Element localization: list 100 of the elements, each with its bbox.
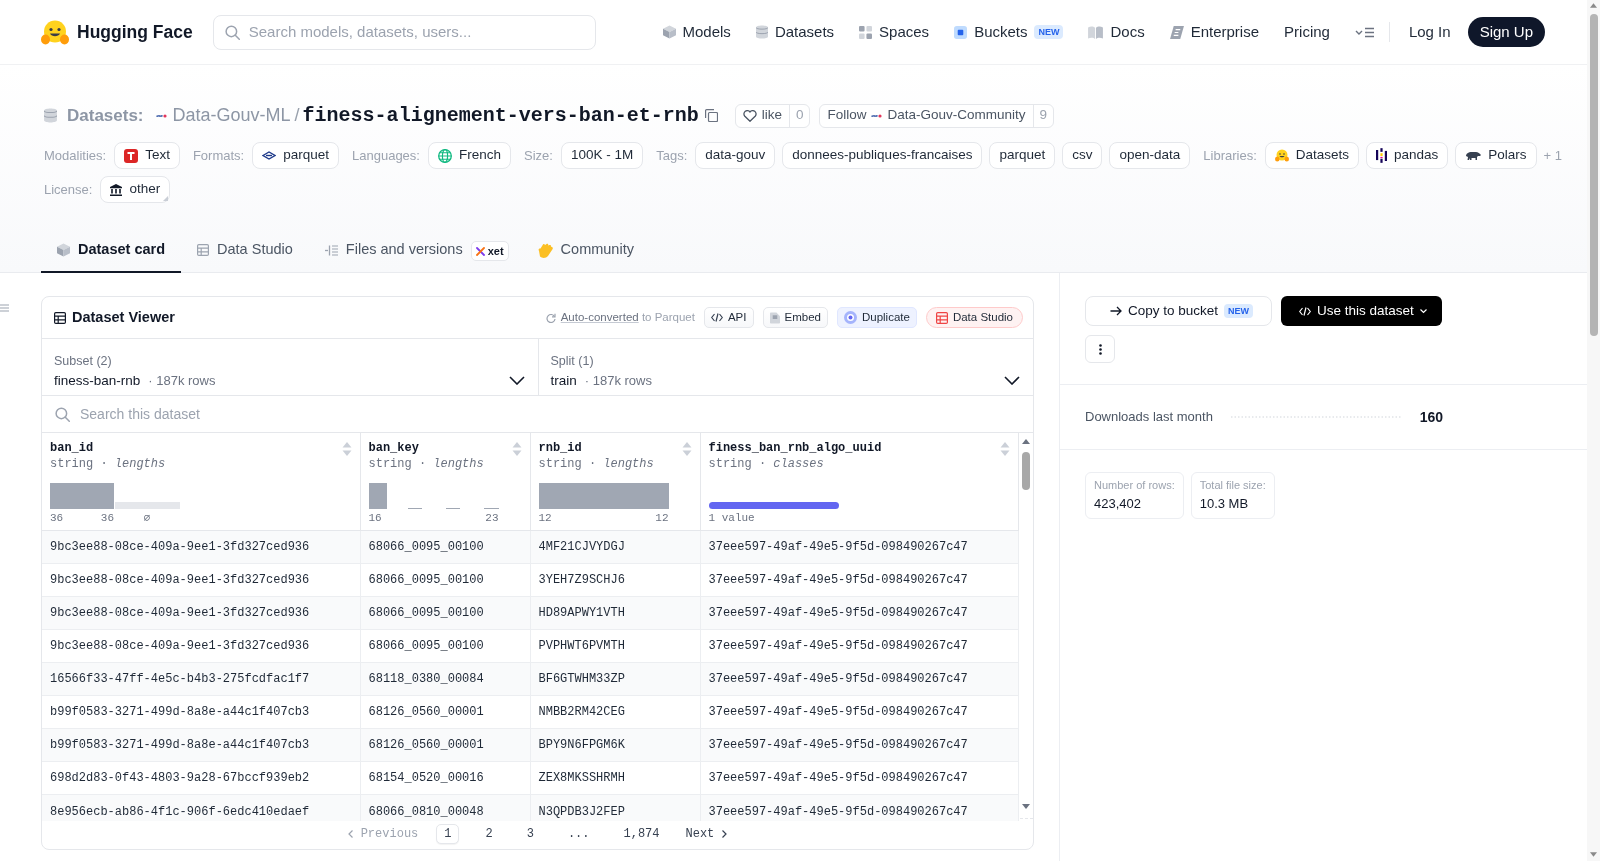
more-options-button[interactable] — [1085, 335, 1115, 363]
page-link[interactable]: 1,874 — [615, 824, 668, 844]
tag-chip[interactable]: 100K - 1M — [560, 142, 644, 169]
embed-button[interactable]: Embed — [762, 307, 828, 328]
tag-chip[interactable]: Polars — [1455, 142, 1537, 169]
scrollbar-thumb[interactable] — [1589, 14, 1598, 336]
tag-chip[interactable]: data-gouv — [695, 142, 776, 169]
use-dataset-button[interactable]: Use this dataset — [1281, 296, 1442, 326]
column-type: string · lengths — [538, 458, 654, 471]
scrollbar-thumb[interactable] — [1021, 452, 1030, 490]
nav-link[interactable]: Spaces — [859, 20, 930, 44]
scroll-down-icon[interactable] — [1021, 804, 1030, 809]
search-input[interactable]: Search this dataset — [80, 403, 1020, 425]
tag-chip[interactable]: pandas — [1366, 142, 1449, 169]
table-cell: PVPHWT6PVMTH — [530, 629, 700, 662]
metadata-label: Libraries: — [1203, 146, 1257, 165]
like-button[interactable]: like — [735, 104, 789, 127]
downloads-label: Downloads last month — [1085, 408, 1213, 427]
square-icon — [954, 25, 968, 39]
tag-chip[interactable]: Datasets — [1264, 142, 1360, 169]
search-bar[interactable]: Search models, datasets, users... — [212, 14, 596, 50]
column-type: string · lengths — [50, 458, 166, 471]
tag-chip[interactable]: donnees-publiques-francaises — [782, 142, 983, 169]
tag-chip[interactable]: other — [100, 176, 171, 203]
follow-button[interactable]: Follow Data-Gouv-Community — [820, 104, 1033, 127]
nav-link[interactable]: Enterprise — [1169, 20, 1260, 44]
column-name: ban_id — [50, 442, 94, 455]
data-studio-button[interactable]: Data Studio — [925, 307, 1023, 328]
layers-icon — [262, 151, 277, 160]
column-name: rnb_id — [538, 442, 582, 455]
tab[interactable]: Data Studio — [181, 229, 309, 273]
grid-icon — [859, 25, 873, 39]
chevron-down-icon — [1004, 376, 1020, 385]
search-input[interactable]: Search models, datasets, users... — [248, 20, 584, 44]
cube-icon — [57, 243, 70, 257]
bars-icon — [1376, 148, 1388, 163]
list-icon — [324, 244, 338, 256]
table-cell: BPY9N6FPGM6K — [530, 728, 700, 761]
stat-value: 423,402 — [1094, 495, 1142, 512]
histogram-label: 1 value — [708, 512, 755, 524]
nav-link[interactable]: Docs — [1088, 20, 1145, 44]
wave-icon — [871, 112, 883, 119]
tag-chip[interactable]: French — [427, 142, 511, 169]
chevron-down-icon — [508, 376, 525, 385]
search-bar[interactable]: Search this dataset — [42, 396, 1033, 433]
book-icon — [1088, 25, 1104, 39]
nav-link[interactable]: Buckets — [954, 20, 1028, 44]
menu-icon[interactable] — [1354, 26, 1374, 38]
auto-converted-link[interactable]: Auto-converted — [560, 310, 639, 323]
table-cell: N3QPDB3J2FEP — [530, 794, 700, 821]
menu-lines-icon[interactable] — [0, 304, 9, 312]
login-link[interactable]: Log In — [1408, 20, 1451, 44]
table-cell: 37eee597-49af-49e5-9f5d-098490267c47 — [700, 794, 1018, 821]
sort-icon[interactable] — [999, 442, 1010, 456]
stat-label: Number of rows: — [1094, 478, 1175, 492]
wave-icon — [155, 112, 167, 119]
text-icon — [124, 148, 139, 163]
duplicate-button[interactable]: Duplicate — [836, 307, 917, 328]
table-cell: b99f0583-3271-499d-8a8e-a44c1f407cb3 — [42, 728, 360, 761]
table-cell: 68126_0560_00001 — [360, 728, 530, 761]
histogram-label: 36 — [50, 512, 64, 524]
scroll-up-icon[interactable] — [1021, 439, 1030, 444]
tag-chip[interactable]: csv — [1062, 142, 1103, 169]
tag-chip[interactable]: parquet — [252, 142, 339, 169]
page-link[interactable]: 3 — [518, 824, 542, 844]
scroll-up-icon[interactable] — [1590, 3, 1597, 8]
page-link[interactable]: 2 — [477, 824, 501, 844]
copy-icon[interactable] — [704, 109, 718, 122]
page-link[interactable]: ... — [559, 824, 598, 844]
table-cell: 68066_0095_00100 — [360, 596, 530, 629]
tag-chip[interactable]: parquet — [989, 142, 1056, 169]
column-type: string · classes — [708, 458, 824, 471]
copy-to-bucket-button[interactable]: Copy to bucket NEW — [1085, 296, 1272, 326]
sort-icon[interactable] — [341, 442, 352, 456]
next-link[interactable]: Next — [685, 825, 728, 843]
table-icon — [935, 311, 948, 324]
tab[interactable]: Community — [520, 229, 650, 273]
tab[interactable]: Dataset card — [41, 229, 182, 273]
api-button[interactable]: API — [703, 307, 754, 328]
nav-link[interactable]: Models — [662, 20, 731, 44]
conversion-note: Auto-converted to Parquet — [560, 309, 695, 325]
nav-link[interactable]: Datasets — [755, 20, 835, 44]
metadata-label: Formats: — [192, 146, 245, 165]
chevron-left-icon — [347, 830, 353, 838]
signup-button[interactable]: Sign Up — [1467, 17, 1545, 47]
brand-link[interactable]: Hugging Face — [41, 18, 193, 46]
table-cell: 37eee597-49af-49e5-9f5d-098490267c47 — [700, 530, 1018, 563]
sort-icon[interactable] — [681, 442, 692, 456]
sort-icon[interactable] — [511, 442, 522, 456]
scroll-down-icon[interactable] — [1590, 852, 1597, 857]
tab[interactable]: Files and versions — [308, 229, 479, 273]
metadata-label: Tags: — [656, 146, 688, 165]
badge-label: xet — [487, 243, 504, 259]
tag-chip[interactable]: Text — [114, 142, 180, 169]
nav-link[interactable]: Pricing — [1284, 20, 1330, 44]
page-link[interactable]: 1 — [436, 824, 460, 844]
corner-triangle-icon — [163, 196, 169, 201]
arrow-right-icon — [1110, 306, 1122, 316]
table-cell: 68066_0810_00048 — [360, 794, 530, 821]
tag-chip[interactable]: open-data — [1109, 142, 1191, 169]
